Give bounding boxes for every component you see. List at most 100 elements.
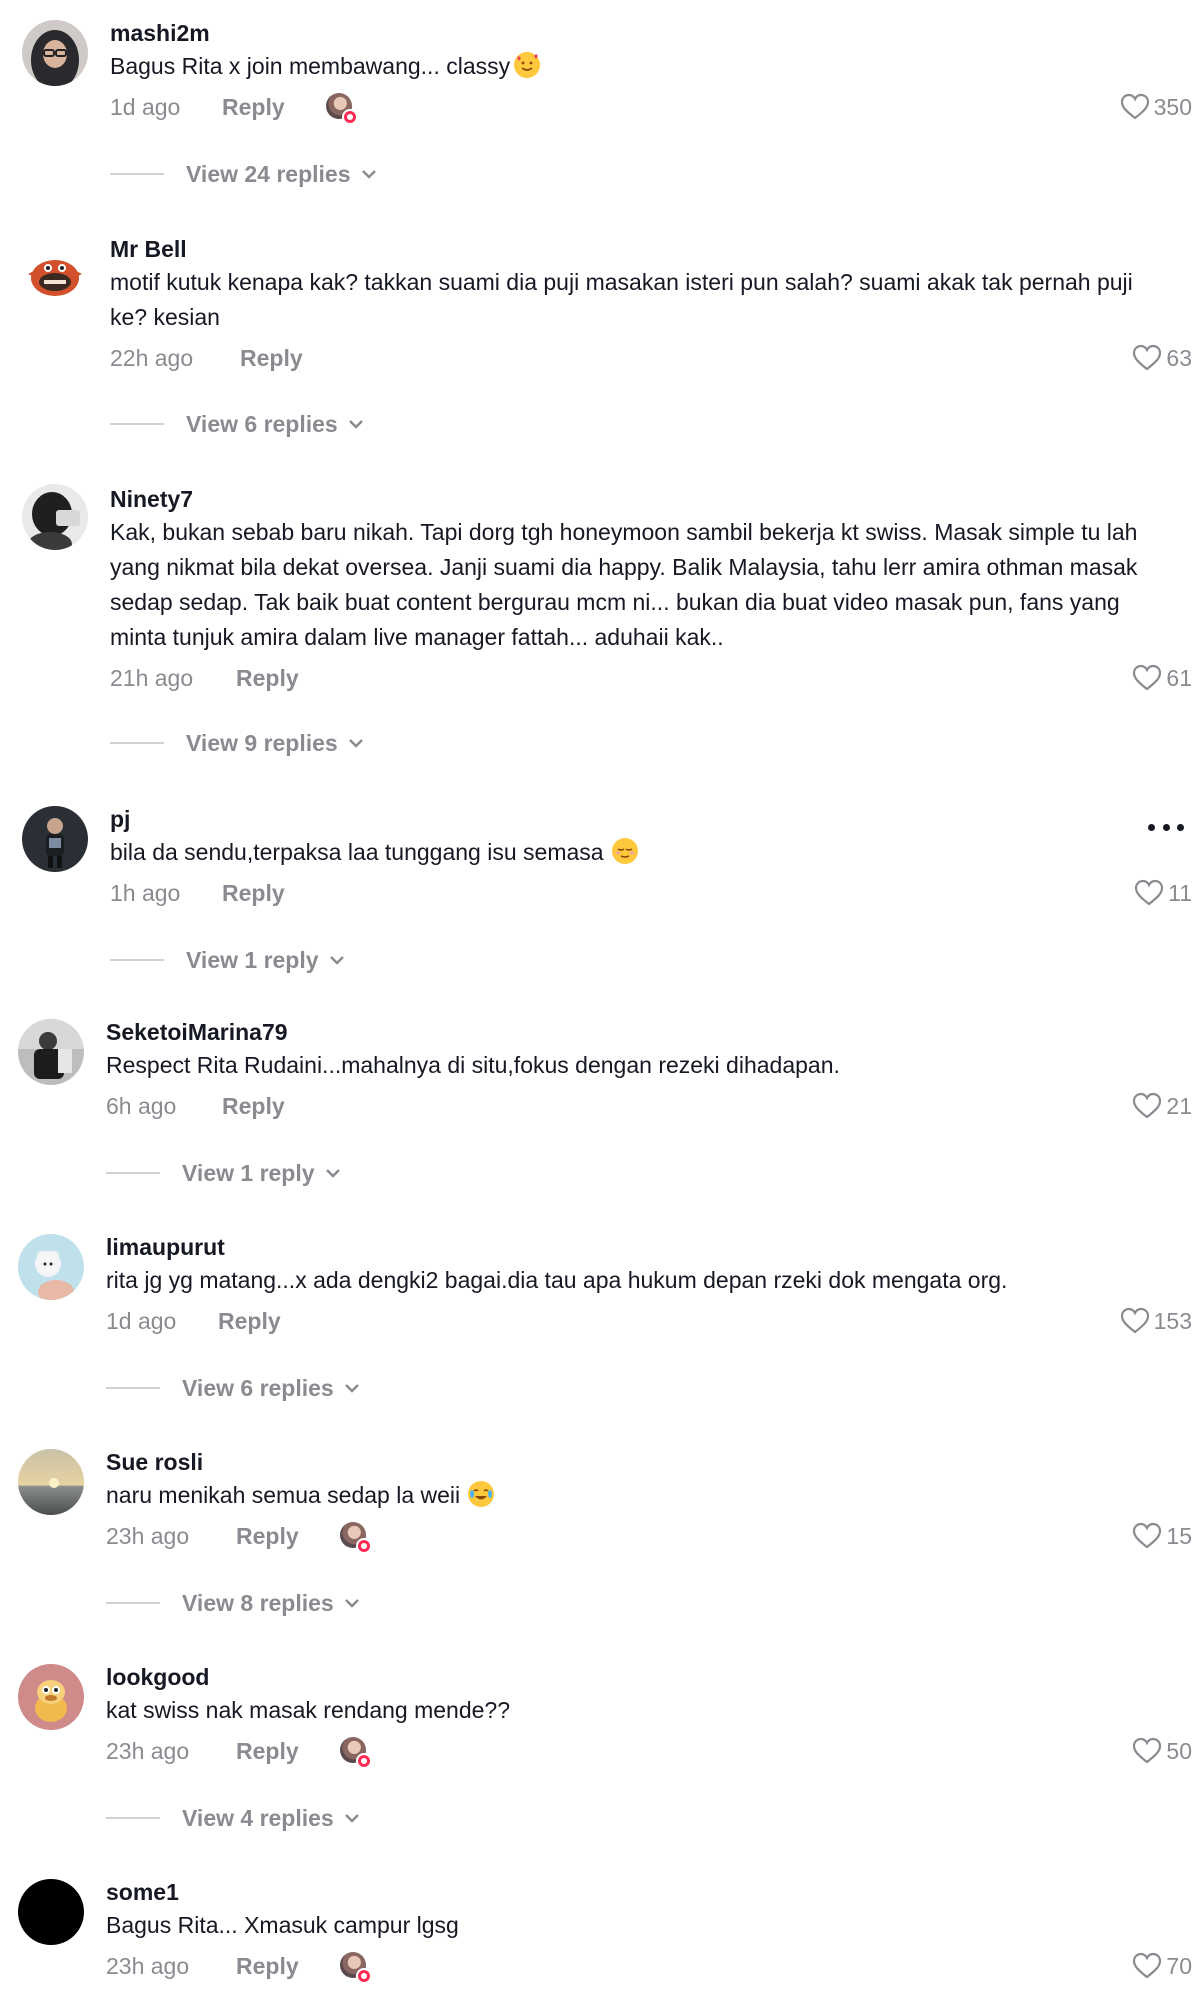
- chevron-down-icon: [325, 1169, 340, 1178]
- like-button[interactable]: 11: [1134, 873, 1192, 913]
- like-button[interactable]: 50: [1132, 1731, 1192, 1771]
- comment-username[interactable]: Sue rosli: [106, 1447, 1186, 1477]
- reply-button[interactable]: Reply: [236, 1946, 299, 1986]
- divider: [106, 1817, 160, 1819]
- view-replies-button[interactable]: View 6 replies: [106, 1368, 360, 1408]
- comment-time: 23h ago: [106, 1523, 190, 1549]
- comment-text: Kak, bukan sebab baru nikah. Tapi dorg t…: [110, 519, 1138, 650]
- reply-button[interactable]: Reply: [236, 1516, 299, 1556]
- comment-username[interactable]: mashi2m: [110, 18, 1186, 48]
- heart-outline-icon: [1133, 664, 1162, 691]
- comment-time: 6h ago: [106, 1093, 177, 1119]
- chevron-down-icon: [329, 956, 344, 965]
- avatar[interactable]: [18, 1234, 84, 1300]
- heart-outline-icon: [1135, 879, 1164, 906]
- view-replies-label: View 1 reply: [186, 946, 319, 973]
- like-count: 63: [1166, 345, 1192, 371]
- chevron-down-icon: [344, 1814, 359, 1823]
- reply-button[interactable]: Reply: [236, 1731, 299, 1771]
- comment-username[interactable]: pj: [110, 804, 1186, 834]
- creator-liked-badge: [340, 1522, 372, 1554]
- avatar[interactable]: [22, 240, 88, 306]
- chevron-down-icon: [348, 739, 363, 748]
- divider: [110, 173, 164, 175]
- comment-username[interactable]: lookgood: [106, 1662, 1186, 1692]
- comment-meta: 23h ago Reply 50: [106, 1731, 1192, 1771]
- reply-button[interactable]: Reply: [222, 873, 285, 913]
- divider: [110, 423, 164, 425]
- like-button[interactable]: 63: [1132, 338, 1192, 378]
- like-button[interactable]: 70: [1132, 1946, 1192, 1986]
- comment-time: 22h ago: [110, 345, 194, 371]
- like-button[interactable]: 15: [1132, 1516, 1192, 1556]
- comment-username[interactable]: limaupurut: [106, 1232, 1186, 1262]
- face-with-tears-of-joy-icon: [468, 1481, 495, 1507]
- like-count: 11: [1168, 880, 1192, 906]
- reply-button[interactable]: Reply: [218, 1301, 281, 1341]
- like-button[interactable]: 61: [1132, 658, 1192, 698]
- comment-meta: 22h ago Reply 63: [110, 338, 1192, 378]
- comment-text-content: bila da sendu,terpaksa laa tunggang isu …: [110, 839, 604, 865]
- creator-liked-badge: [340, 1952, 372, 1984]
- view-replies-label: View 8 replies: [182, 1589, 334, 1616]
- avatar[interactable]: [22, 484, 88, 550]
- view-replies-button[interactable]: View 9 replies: [110, 723, 364, 763]
- comment-meta: 23h ago Reply 70: [106, 1946, 1192, 1986]
- comment-text: kat swiss nak masak rendang mende??: [106, 1697, 510, 1723]
- view-replies-button[interactable]: View 1 reply: [110, 940, 345, 980]
- avatar[interactable]: [22, 806, 88, 872]
- comment-time: 23h ago: [106, 1953, 190, 1979]
- reply-button[interactable]: Reply: [222, 87, 285, 127]
- comment-username[interactable]: Ninety7: [110, 484, 1186, 514]
- divider: [106, 1387, 160, 1389]
- comment-time: 1h ago: [110, 880, 181, 906]
- more-options-icon[interactable]: [1148, 817, 1184, 837]
- comment-time: 21h ago: [110, 665, 194, 691]
- divider: [110, 742, 164, 744]
- comment-text: Bagus Rita... Xmasuk campur lgsg: [106, 1912, 459, 1938]
- heart-outline-icon: [1133, 1952, 1162, 1979]
- view-replies-label: View 9 replies: [186, 729, 338, 756]
- view-replies-label: View 6 replies: [182, 1374, 334, 1401]
- avatar[interactable]: [18, 1664, 84, 1730]
- heart-badge-icon: [356, 1753, 372, 1769]
- like-count: 50: [1166, 1738, 1192, 1764]
- reply-button[interactable]: Reply: [222, 1086, 285, 1126]
- heart-outline-icon: [1133, 1522, 1162, 1549]
- comment-time: 1d ago: [110, 94, 181, 120]
- reply-button[interactable]: Reply: [240, 338, 303, 378]
- avatar[interactable]: [18, 1879, 84, 1945]
- like-count: 21: [1166, 1093, 1192, 1119]
- view-replies-button[interactable]: View 1 reply: [106, 1153, 341, 1193]
- avatar[interactable]: [18, 1019, 84, 1085]
- divider: [106, 1172, 160, 1174]
- like-button[interactable]: 153: [1120, 1301, 1192, 1341]
- avatar[interactable]: [22, 20, 88, 86]
- comment-username[interactable]: SeketoiMarina79: [106, 1017, 1186, 1047]
- chevron-down-icon: [348, 420, 363, 429]
- creator-liked-badge: [326, 93, 358, 125]
- view-replies-button[interactable]: View 6 replies: [110, 404, 364, 444]
- view-replies-button[interactable]: View 4 replies: [106, 1798, 360, 1838]
- comment-meta: 21h ago Reply 61: [110, 658, 1192, 698]
- comment-time: 1d ago: [106, 1308, 177, 1334]
- divider: [106, 1602, 160, 1604]
- like-button[interactable]: 350: [1120, 87, 1192, 127]
- avatar[interactable]: [18, 1449, 84, 1515]
- comment-text: Bagus Rita x join membawang... classy: [110, 49, 1186, 84]
- comment-username[interactable]: some1: [106, 1877, 1186, 1907]
- comment-text: naru menikah semua sedap la weii: [106, 1478, 1186, 1513]
- view-replies-button[interactable]: View 8 replies: [106, 1583, 360, 1623]
- smiling-face-with-hearts-icon: [514, 52, 541, 78]
- comment-meta: 1d ago Reply 350: [110, 87, 1192, 127]
- comment-text: Respect Rita Rudaini...mahalnya di situ,…: [106, 1052, 840, 1078]
- heart-badge-icon: [342, 109, 358, 125]
- like-count: 70: [1166, 1953, 1192, 1979]
- like-button[interactable]: 21: [1132, 1086, 1192, 1126]
- view-replies-label: View 24 replies: [186, 160, 351, 187]
- view-replies-label: View 6 replies: [186, 410, 338, 437]
- view-replies-button[interactable]: View 24 replies: [110, 154, 377, 194]
- comment-username[interactable]: Mr Bell: [110, 234, 1186, 264]
- comment-text-content: naru menikah semua sedap la weii: [106, 1482, 461, 1508]
- reply-button[interactable]: Reply: [236, 658, 299, 698]
